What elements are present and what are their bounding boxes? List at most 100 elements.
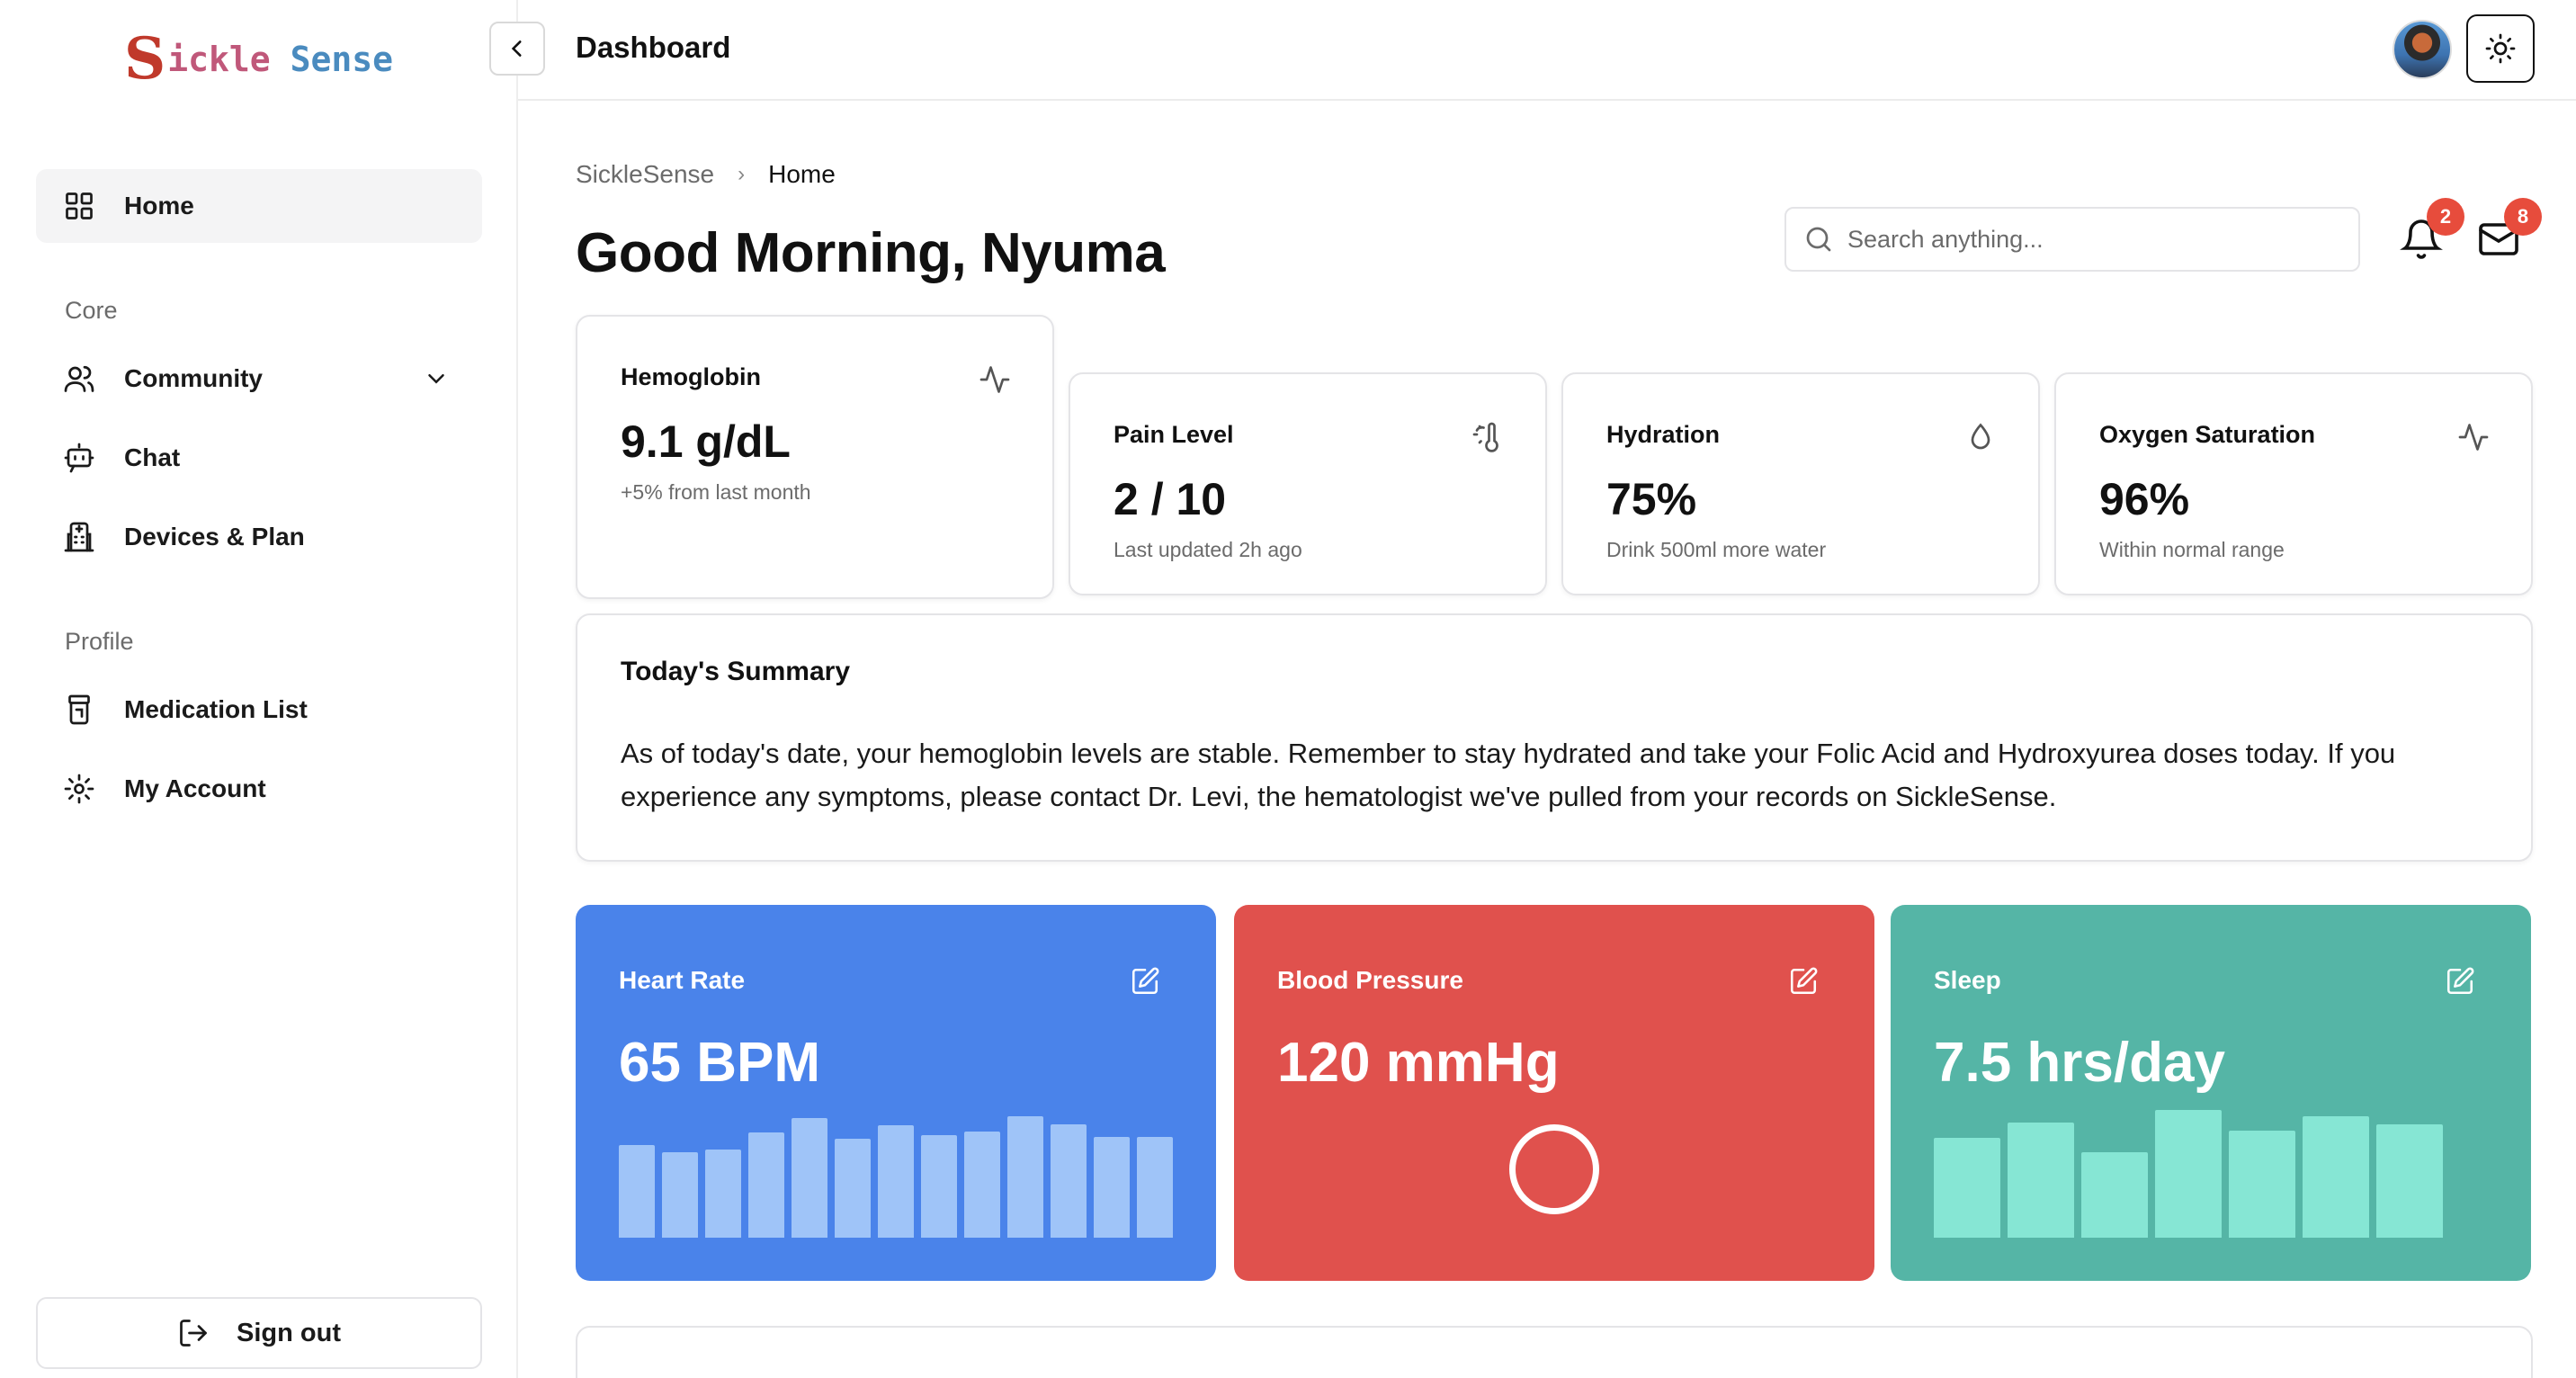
chevron-left-icon	[511, 40, 522, 57]
chart-bar	[2376, 1124, 2443, 1238]
stat-value: 9.1 g/dL	[621, 416, 791, 467]
sign-out-label: Sign out	[237, 1318, 341, 1347]
metric-label: Sleep	[1934, 966, 2001, 994]
collapse-sidebar-button[interactable]	[489, 22, 545, 76]
metric-value: 120 mmHg	[1277, 1032, 1560, 1094]
edit-icon[interactable]	[1788, 966, 1819, 997]
chart-bar	[1934, 1138, 2000, 1238]
stat-label: Oxygen Saturation	[2099, 421, 2316, 448]
search-input[interactable]	[1847, 225, 2333, 254]
chart-bar	[619, 1145, 655, 1238]
summary-title: Today's Summary	[621, 657, 850, 686]
activity-icon	[2458, 424, 2489, 451]
chart-bar	[2303, 1116, 2369, 1238]
stat-subtext: Within normal range	[2099, 538, 2285, 561]
sidebar-item-label: Home	[124, 192, 194, 219]
loading-spinner	[1509, 1124, 1599, 1214]
breadcrumb-current: Home	[768, 160, 836, 188]
chart-bar	[1007, 1116, 1043, 1238]
sidebar-item-chat[interactable]: Chat	[36, 421, 482, 495]
metric-value: 65 BPM	[619, 1032, 820, 1094]
sidebar-item-label: Devices & Plan	[124, 523, 305, 550]
logo-wordmark: ickle Sense	[167, 40, 393, 79]
chart-bar	[1051, 1124, 1087, 1238]
theme-toggle-button[interactable]	[2466, 14, 2535, 83]
chevron-down-icon[interactable]	[423, 365, 450, 392]
metric-label: Blood Pressure	[1277, 966, 1463, 994]
chart-bar	[792, 1118, 827, 1238]
stat-label: Pain Level	[1114, 421, 1234, 448]
message-count-badge: 8	[2504, 198, 2542, 236]
chart-bar	[2155, 1110, 2222, 1238]
search-icon	[1806, 227, 1831, 252]
metric-value: 7.5 hrs/day	[1934, 1032, 2225, 1094]
stat-label: Hemoglobin	[621, 363, 761, 390]
stat-card-hydration[interactable]: Hydration 75% Drink 500ml more water	[1561, 372, 2040, 595]
stat-card-hemoglobin[interactable]: Hemoglobin 9.1 g/dL +5% from last month	[576, 315, 1054, 599]
chevron-right-icon: ›	[738, 162, 746, 186]
metric-label: Heart Rate	[619, 966, 746, 994]
thermometer-sun-icon	[1472, 422, 1498, 452]
chart-bar	[835, 1139, 871, 1238]
stat-value: 96%	[2099, 474, 2190, 524]
pill-bottle-icon	[68, 694, 90, 725]
logo-word-1: ickle	[167, 40, 271, 79]
stat-card-oxygen-saturation[interactable]: Oxygen Saturation 96% Within normal rang…	[2054, 372, 2533, 595]
summary-text: As of today's date, your hemoglobin leve…	[621, 738, 2396, 812]
notifications-button[interactable]: 2	[2396, 198, 2464, 263]
droplet-icon	[1971, 423, 1990, 450]
greeting-heading: Good Morning, Nyuma	[576, 222, 1166, 284]
stat-subtext: Last updated 2h ago	[1114, 538, 1302, 561]
sidebar-item-label: My Account	[124, 774, 266, 802]
stat-subtext: +5% from last month	[621, 480, 811, 504]
search-box[interactable]	[1784, 207, 2360, 272]
sign-out-button[interactable]: Sign out	[36, 1297, 482, 1369]
users-icon	[64, 365, 94, 392]
stat-card-pain-level[interactable]: Pain Level 2 / 10 Last updated 2h ago	[1069, 372, 1547, 595]
metric-card-blood-pressure[interactable]: Blood Pressure 120 mmHg	[1234, 905, 1874, 1281]
avatar[interactable]	[2393, 20, 2452, 79]
sidebar-item-medication-list[interactable]: Medication List	[36, 673, 482, 747]
chart-bar	[878, 1125, 914, 1238]
sidebar: S ickle Sense Home Core Community Chat De…	[0, 0, 518, 1378]
chart-bar	[1137, 1137, 1173, 1238]
breadcrumb-root[interactable]: SickleSense	[576, 160, 714, 189]
notification-count-badge: 2	[2427, 198, 2464, 236]
sidebar-item-home[interactable]: Home	[36, 169, 482, 243]
chart-bar	[748, 1132, 784, 1238]
stat-subtext: Drink 500ml more water	[1606, 538, 1827, 561]
chart-bar	[662, 1152, 698, 1238]
top-bar	[518, 0, 2576, 101]
stat-value: 75%	[1606, 474, 1697, 524]
todays-summary-card: Today's Summary As of today's date, your…	[576, 613, 2533, 862]
chart-bar	[1094, 1137, 1130, 1238]
logo-letter: S	[124, 25, 166, 93]
page-title: Dashboard	[576, 31, 731, 64]
sun-icon	[2485, 33, 2516, 64]
sidebar-item-my-account[interactable]: My Account	[36, 752, 482, 826]
chart-bar	[2229, 1131, 2295, 1238]
chart-bar	[705, 1150, 741, 1238]
stat-label: Hydration	[1606, 421, 1721, 448]
section-label-core: Core	[65, 297, 118, 324]
chart-bar	[2008, 1123, 2074, 1238]
activity-icon	[979, 366, 1010, 393]
sleep-bar-chart	[1934, 1103, 2443, 1238]
breadcrumb: SickleSense › Home	[576, 160, 836, 189]
sicklesense-logo[interactable]: S ickle Sense	[124, 31, 393, 88]
sidebar-item-devices-plan[interactable]: Devices & Plan	[36, 500, 482, 574]
sidebar-item-label: Medication List	[124, 695, 308, 723]
heart-rate-bar-chart	[619, 1103, 1173, 1238]
sidebar-item-community[interactable]: Community	[36, 342, 482, 416]
edit-icon[interactable]	[2445, 966, 2475, 997]
chart-bar	[964, 1132, 1000, 1238]
edit-icon[interactable]	[1130, 966, 1160, 997]
metric-card-heart-rate[interactable]: Heart Rate 65 BPM	[576, 905, 1216, 1281]
sidebar-item-label: Community	[124, 364, 263, 392]
logo-word-2: Sense	[290, 40, 393, 79]
hospital-icon	[64, 522, 94, 552]
metric-card-sleep[interactable]: Sleep 7.5 hrs/day	[1891, 905, 2531, 1281]
messages-button[interactable]: 8	[2473, 198, 2542, 263]
bot-icon	[64, 443, 94, 473]
stat-value: 2 / 10	[1114, 474, 1227, 524]
